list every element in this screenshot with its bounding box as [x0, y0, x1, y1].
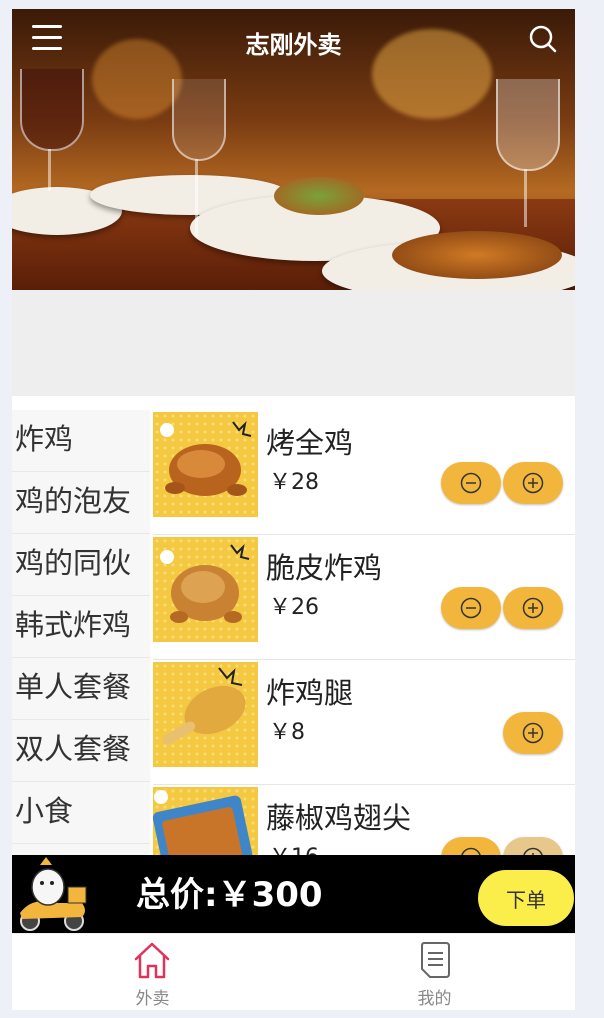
bottom-tab-bar: 外卖 我的: [12, 933, 575, 1010]
product-row: 藤椒鸡翅尖 ￥16: [153, 785, 575, 860]
increase-button[interactable]: [503, 712, 563, 754]
product-price: ￥8: [269, 720, 305, 745]
product-image: [153, 412, 258, 517]
top-bar: 志刚外卖: [12, 9, 575, 71]
increase-button[interactable]: [503, 462, 563, 504]
document-icon: [416, 940, 454, 980]
home-icon: [133, 940, 171, 980]
category-item[interactable]: 双人套餐: [12, 720, 150, 782]
category-item[interactable]: 韩式炸鸡: [12, 596, 150, 658]
product-list: 烤全鸡 ￥28 脆皮炸鸡 ￥26 炸鸡腿 ￥8 藤椒鸡翅尖 ￥16: [153, 410, 575, 860]
product-image: [153, 662, 258, 767]
product-price: ￥28: [269, 470, 319, 495]
product-image: [153, 787, 258, 860]
product-row: 炸鸡腿 ￥8: [153, 660, 575, 785]
place-order-button[interactable]: 下单: [478, 870, 574, 926]
category-item[interactable]: 鸡的同伙: [12, 534, 150, 596]
decrease-button[interactable]: [441, 462, 501, 504]
plus-circle-icon: [522, 722, 544, 744]
increase-button[interactable]: [503, 587, 563, 629]
category-item[interactable]: 炸鸡: [12, 410, 150, 472]
product-price: ￥26: [269, 595, 319, 620]
app-screen: 志刚外卖 炸鸡 鸡的泡友 鸡的同伙 韩式炸鸡 单人套餐 双人套餐 小食 鸡的伴侣: [12, 9, 575, 1010]
product-name: 藤椒鸡翅尖: [266, 801, 412, 835]
product-name: 炸鸡腿: [266, 676, 354, 710]
tab-label: 我的: [417, 989, 452, 1009]
category-item[interactable]: 小食: [12, 782, 150, 844]
delivery-mascot-icon: [12, 853, 92, 933]
product-name: 烤全鸡: [266, 426, 354, 460]
category-item[interactable]: 鸡的泡友: [12, 472, 150, 534]
decrease-button[interactable]: [441, 587, 501, 629]
tab-takeout[interactable]: 外卖: [12, 934, 293, 1010]
total-price: 总价:￥300: [136, 875, 323, 915]
product-row: 脆皮炸鸡 ￥26: [153, 535, 575, 660]
plus-circle-icon: [522, 472, 544, 494]
category-sidebar: 炸鸡 鸡的泡友 鸡的同伙 韩式炸鸡 单人套餐 双人套餐 小食 鸡的伴侣: [12, 410, 150, 860]
product-image: [153, 537, 258, 642]
tab-label: 外卖: [135, 989, 170, 1009]
tab-mine[interactable]: 我的: [294, 934, 575, 1010]
product-row: 烤全鸡 ￥28: [153, 410, 575, 535]
spacer-band: [12, 290, 575, 396]
category-item[interactable]: 单人套餐: [12, 658, 150, 720]
minus-circle-icon: [460, 472, 482, 494]
product-name: 脆皮炸鸡: [266, 551, 383, 585]
page-title: 志刚外卖: [245, 31, 342, 59]
cart-bar: 总价:￥300 下单: [12, 855, 575, 933]
plus-circle-icon: [522, 597, 544, 619]
hero-banner: 志刚外卖: [12, 9, 575, 290]
minus-circle-icon: [460, 597, 482, 619]
search-icon[interactable]: [529, 25, 557, 53]
